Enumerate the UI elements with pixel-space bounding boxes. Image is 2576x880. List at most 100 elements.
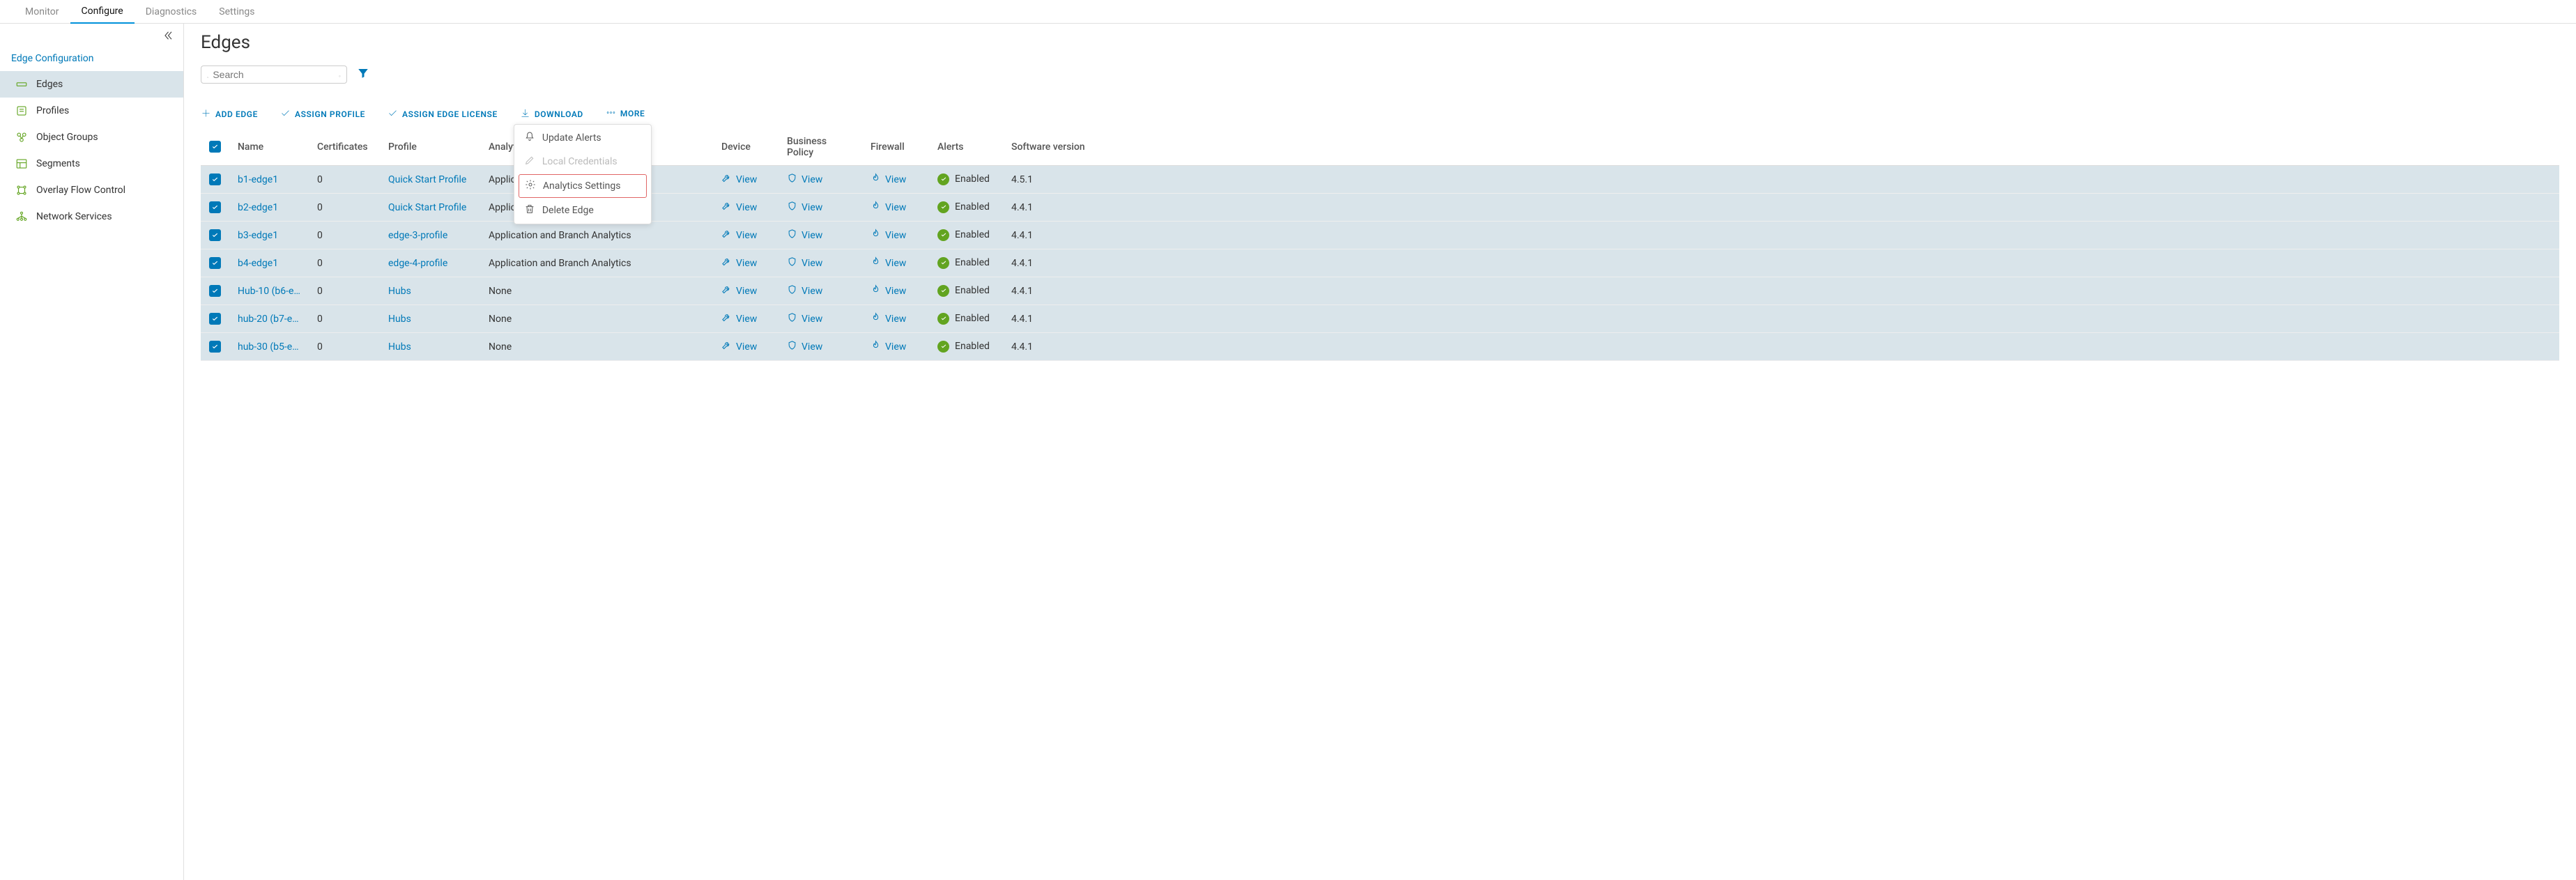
download-button[interactable]: DOWNLOAD	[520, 108, 583, 121]
device-view-link[interactable]: View	[721, 284, 757, 298]
column-header[interactable]: Device	[713, 129, 779, 166]
certificates-cell: 0	[309, 194, 380, 222]
edge-name-link[interactable]: b1-edge1	[238, 174, 278, 185]
column-header[interactable]: Firewall	[862, 129, 929, 166]
more-menu-analytics-settings[interactable]: Analytics Settings	[519, 174, 647, 198]
flame-icon	[871, 201, 881, 214]
profile-link[interactable]: Hubs	[388, 286, 411, 297]
add-edge-button[interactable]: ADD EDGE	[201, 108, 258, 121]
object-groups-icon	[15, 131, 28, 144]
assign-profile-button[interactable]: ASSIGN PROFILE	[280, 108, 365, 121]
more-menu-delete-edge[interactable]: Delete Edge	[514, 199, 651, 222]
business-policy-view-link[interactable]: View	[787, 340, 822, 353]
wrench-icon	[721, 312, 732, 325]
profile-link[interactable]: Hubs	[388, 314, 411, 325]
column-header[interactable]: Certificates	[309, 129, 380, 166]
shield-icon	[787, 201, 797, 214]
ellipsis-icon	[606, 107, 616, 120]
business-policy-view-link[interactable]: View	[787, 284, 822, 298]
more-menu-label: Update Alerts	[542, 132, 601, 144]
wrench-icon	[721, 256, 732, 270]
business-policy-view-link[interactable]: View	[787, 256, 822, 270]
software-version-cell: 4.4.1	[1003, 305, 2559, 333]
edge-name-link[interactable]: b4-edge1	[238, 258, 278, 269]
select-all-checkbox[interactable]	[209, 141, 221, 153]
business-policy-view-link[interactable]: View	[787, 201, 822, 214]
column-header[interactable]: Alerts	[929, 129, 1003, 166]
firewall-view-link[interactable]: View	[871, 312, 906, 325]
edge-name-link[interactable]: b2-edge1	[238, 202, 278, 213]
tab-monitor[interactable]: Monitor	[14, 1, 70, 23]
device-view-link[interactable]: View	[721, 201, 757, 214]
device-view-link[interactable]: View	[721, 229, 757, 242]
filter-button[interactable]	[357, 67, 369, 82]
device-view-link[interactable]: View	[721, 312, 757, 325]
edge-name-link[interactable]: Hub-10 (b6-edge1)	[238, 286, 300, 297]
edge-name-link[interactable]: b3-edge1	[238, 230, 278, 241]
firewall-view-link[interactable]: View	[871, 173, 906, 186]
column-header[interactable]: Business Policy	[779, 129, 862, 166]
sidebar-item-label: Segments	[36, 158, 80, 169]
row-checkbox[interactable]	[209, 285, 221, 297]
more-menu-label: Analytics Settings	[543, 180, 621, 192]
gear-icon	[525, 179, 536, 193]
row-checkbox[interactable]	[209, 313, 221, 325]
profile-link[interactable]: edge-4-profile	[388, 258, 447, 269]
sidebar-item-overlay-flow-control[interactable]: Overlay Flow Control	[0, 177, 183, 203]
row-checkbox[interactable]	[209, 257, 221, 269]
plus-icon	[201, 108, 211, 121]
row-checkbox[interactable]	[209, 173, 221, 185]
more-menu-update-alerts[interactable]: Update Alerts	[514, 126, 651, 150]
business-policy-view-link[interactable]: View	[787, 173, 822, 186]
profile-link[interactable]: Hubs	[388, 341, 411, 353]
tab-settings[interactable]: Settings	[208, 1, 266, 23]
business-policy-view-link[interactable]: View	[787, 312, 822, 325]
edge-name-link[interactable]: hub-30 (b5-edge1)	[238, 341, 300, 353]
tab-configure[interactable]: Configure	[70, 0, 135, 24]
search-box[interactable]	[201, 65, 347, 84]
device-view-link[interactable]: View	[721, 173, 757, 186]
row-checkbox[interactable]	[209, 229, 221, 241]
business-policy-view-link[interactable]: View	[787, 229, 822, 242]
sidebar-item-edges[interactable]: Edges	[0, 71, 183, 98]
info-icon[interactable]	[339, 69, 341, 80]
more-button[interactable]: MORE	[606, 107, 645, 120]
profile-link[interactable]: Quick Start Profile	[388, 174, 466, 185]
flame-icon	[871, 256, 881, 270]
search-input[interactable]	[213, 69, 339, 80]
profile-link[interactable]: Quick Start Profile	[388, 202, 466, 213]
shield-icon	[787, 256, 797, 270]
device-view-link[interactable]: View	[721, 256, 757, 270]
sidebar-collapse-button[interactable]	[0, 24, 183, 47]
column-header[interactable]: Software version	[1003, 129, 2559, 166]
firewall-view-link[interactable]: View	[871, 201, 906, 214]
more-menu-label: Local Credentials	[542, 156, 618, 167]
more-label: MORE	[620, 109, 645, 118]
sidebar-item-object-groups[interactable]: Object Groups	[0, 124, 183, 150]
firewall-view-link[interactable]: View	[871, 340, 906, 353]
column-header[interactable]: Name	[229, 129, 309, 166]
sidebar-item-segments[interactable]: Segments	[0, 150, 183, 177]
firewall-view-link[interactable]: View	[871, 229, 906, 242]
row-checkbox[interactable]	[209, 341, 221, 353]
main-content: Edges	[184, 24, 2576, 880]
wrench-icon	[721, 284, 732, 298]
sidebar-item-network-services[interactable]: Network Services	[0, 203, 183, 230]
wrench-icon	[721, 201, 732, 214]
add-edge-label: ADD EDGE	[215, 109, 258, 119]
edge-name-link[interactable]: hub-20 (b7-edge1)	[238, 314, 300, 325]
row-checkbox[interactable]	[209, 201, 221, 213]
tab-diagnostics[interactable]: Diagnostics	[135, 1, 208, 23]
device-view-link[interactable]: View	[721, 340, 757, 353]
flame-icon	[871, 284, 881, 298]
certificates-cell: 0	[309, 277, 380, 305]
profile-link[interactable]: edge-3-profile	[388, 230, 447, 241]
analytics-cell: None	[480, 333, 713, 361]
firewall-view-link[interactable]: View	[871, 284, 906, 298]
assign-license-button[interactable]: ASSIGN EDGE LICENSE	[388, 108, 498, 121]
column-header[interactable]: Profile	[380, 129, 480, 166]
segments-icon	[15, 157, 28, 170]
flame-icon	[871, 173, 881, 186]
firewall-view-link[interactable]: View	[871, 256, 906, 270]
sidebar-item-profiles[interactable]: Profiles	[0, 98, 183, 124]
